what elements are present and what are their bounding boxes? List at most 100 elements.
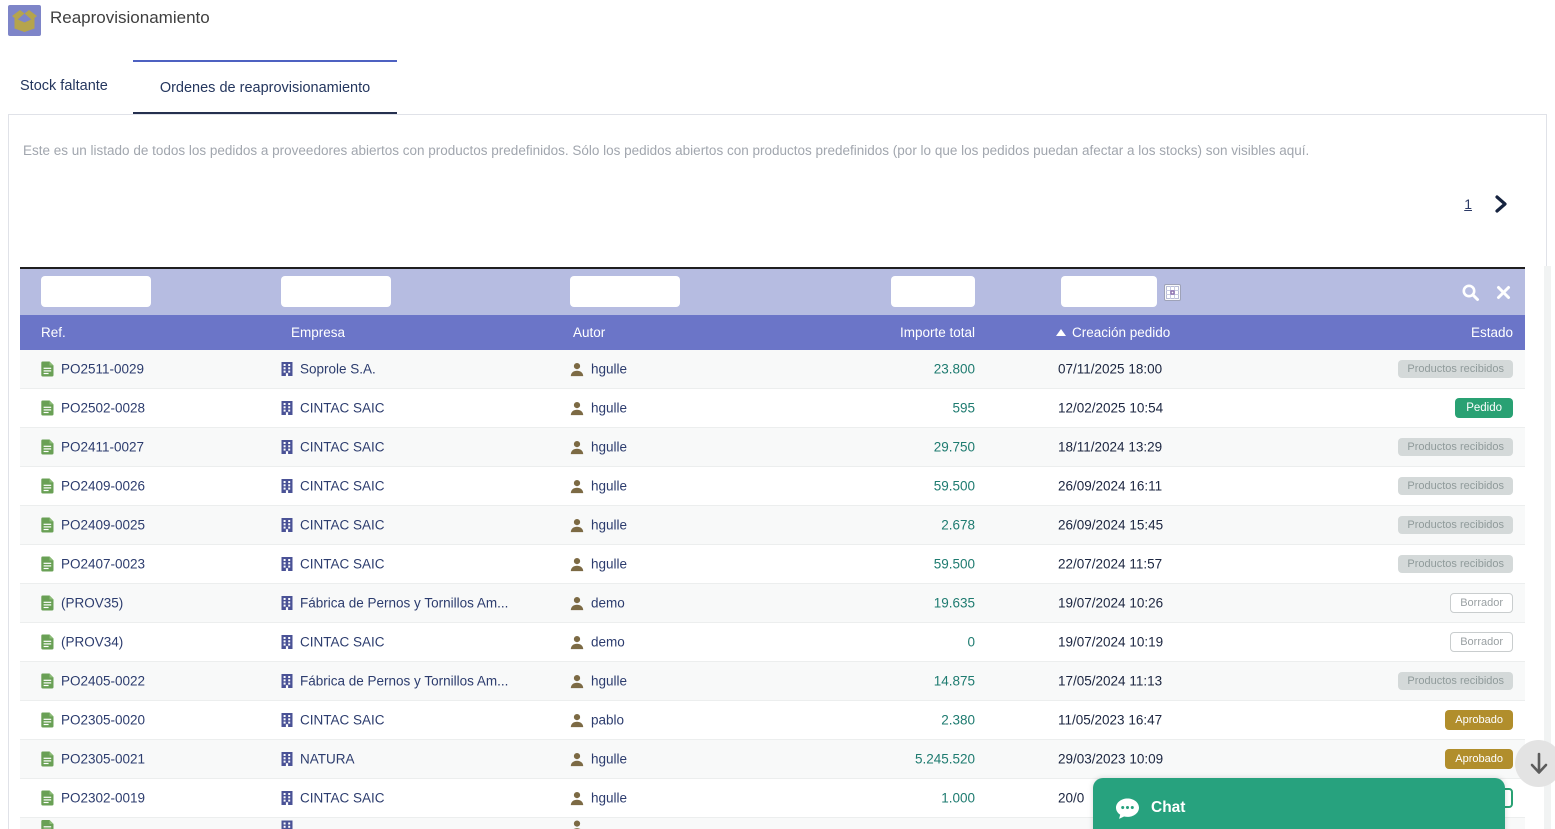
building-icon <box>281 752 293 767</box>
status-badge: Productos recibidos <box>1398 516 1513 534</box>
ref-link[interactable]: PO2302-0019 <box>61 791 145 806</box>
column-header-estado[interactable]: Estado <box>1471 315 1513 350</box>
filter-autor-input[interactable] <box>570 276 680 307</box>
ref-link[interactable]: PO2409-0025 <box>61 518 145 533</box>
table-body: PO2511-0029 Soprole S.A. hgulle 23.800 0… <box>20 350 1525 829</box>
document-icon <box>41 791 54 806</box>
column-header-empresa[interactable]: Empresa <box>291 315 345 350</box>
empresa-cell: CINTAC SAIC <box>281 791 385 806</box>
status-badge: Aprobado <box>1445 710 1513 730</box>
empresa-link[interactable]: CINTAC SAIC <box>300 557 385 572</box>
estado-cell: Pedido <box>1455 398 1513 418</box>
chat-widget[interactable]: Chat <box>1093 778 1505 829</box>
table-row: PO2502-0028 CINTAC SAIC hgulle 595 12/02… <box>20 389 1525 428</box>
estado-cell: Productos recibidos <box>1398 438 1513 456</box>
status-badge: Pedido <box>1455 398 1513 418</box>
user-icon <box>570 518 584 532</box>
empresa-cell: Soprole S.A. <box>281 362 376 377</box>
ref-cell: PO2411-0027 <box>41 440 144 455</box>
tab-stock-faltante[interactable]: Stock faltante <box>20 60 108 115</box>
empresa-cell: CINTAC SAIC <box>281 713 385 728</box>
empresa-link[interactable]: CINTAC SAIC <box>300 479 385 494</box>
empresa-cell: CINTAC SAIC <box>281 479 385 494</box>
ref-link[interactable]: (PROV34) <box>61 635 123 650</box>
autor-cell: hgulle <box>570 362 627 377</box>
filter-fecha-input[interactable] <box>1061 276 1157 307</box>
column-header-ref[interactable]: Ref. <box>41 315 66 350</box>
empresa-link[interactable]: CINTAC SAIC <box>300 440 385 455</box>
ref-link[interactable]: PO2409-0026 <box>61 479 145 494</box>
ref-link[interactable]: (PROV35) <box>61 596 123 611</box>
chat-bubble-icon <box>1115 797 1140 820</box>
estado-cell: Productos recibidos <box>1398 360 1513 378</box>
filter-ref-input[interactable] <box>41 276 151 307</box>
estado-cell: Aprobado <box>1445 710 1513 730</box>
fecha-creacion-value: 20/0 <box>1058 791 1084 806</box>
empresa-link[interactable]: Soprole S.A. <box>300 362 376 377</box>
importe-total-value: 19.635 <box>934 596 975 611</box>
ref-cell: PO2511-0029 <box>41 362 144 377</box>
ref-link[interactable]: PO2407-0023 <box>61 557 145 572</box>
tab-ordenes-reaprovisionamiento[interactable]: Ordenes de reaprovisionamiento <box>133 60 397 115</box>
replenishment-page: Reaprovisionamiento Stock faltante Orden… <box>0 0 1555 829</box>
column-header-autor[interactable]: Autor <box>573 315 605 350</box>
user-icon <box>570 596 584 610</box>
fecha-cell: 26/09/2024 16:11 <box>1058 479 1162 494</box>
table-row: PO2511-0029 Soprole S.A. hgulle 23.800 0… <box>20 350 1525 389</box>
ref-cell <box>41 820 61 829</box>
user-icon <box>570 557 584 571</box>
empresa-link[interactable]: CINTAC SAIC <box>300 791 385 806</box>
scroll-to-bottom-button[interactable] <box>1515 740 1555 787</box>
empresa-link[interactable]: CINTAC SAIC <box>300 713 385 728</box>
importe-total-value: 59.500 <box>934 557 975 572</box>
search-icon[interactable] <box>1461 283 1480 302</box>
ref-link[interactable]: PO2305-0021 <box>61 752 145 767</box>
chat-label: Chat <box>1151 799 1185 817</box>
status-badge: Productos recibidos <box>1398 360 1513 378</box>
status-badge: Borrador <box>1450 593 1513 613</box>
empresa-cell: NATURA <box>281 752 355 767</box>
estado-cell: Productos recibidos <box>1398 672 1513 690</box>
table-row: PO2305-0021 NATURA hgulle 5.245.520 29/0… <box>20 740 1525 779</box>
ref-link[interactable]: PO2411-0027 <box>61 440 144 455</box>
user-icon <box>570 362 584 376</box>
autor-name: hgulle <box>591 557 627 572</box>
empresa-link[interactable]: CINTAC SAIC <box>300 518 385 533</box>
fecha-cell: 29/03/2023 10:09 <box>1058 752 1163 767</box>
page-number-current[interactable]: 1 <box>1464 196 1472 212</box>
building-icon <box>281 362 293 377</box>
estado-cell: Productos recibidos <box>1398 516 1513 534</box>
building-icon <box>281 674 293 689</box>
content-card: Este es un listado de todos los pedidos … <box>8 114 1547 829</box>
empresa-link[interactable]: CINTAC SAIC <box>300 401 385 416</box>
table-row: PO2409-0026 CINTAC SAIC hgulle 59.500 26… <box>20 467 1525 506</box>
column-header-creacion-pedido[interactable]: Creación pedido <box>1056 315 1170 350</box>
table-row: PO2411-0027 CINTAC SAIC hgulle 29.750 18… <box>20 428 1525 467</box>
empresa-link[interactable]: NATURA <box>300 752 355 767</box>
empresa-link[interactable]: CINTAC SAIC <box>300 635 385 650</box>
empresa-link[interactable]: Fábrica de Pernos y Tornillos Am... <box>300 674 508 689</box>
fecha-cell: 26/09/2024 15:45 <box>1058 518 1163 533</box>
ref-link[interactable]: PO2405-0022 <box>61 674 145 689</box>
importe-total-value: 23.800 <box>934 362 975 377</box>
table-header-row: Ref. Empresa Autor Importe total Creació… <box>20 315 1525 350</box>
empresa-link[interactable]: Fábrica de Pernos y Tornillos Am... <box>300 596 508 611</box>
importe-total-value: 59.500 <box>934 479 975 494</box>
empresa-cell: CINTAC SAIC <box>281 518 385 533</box>
next-page-icon[interactable] <box>1492 195 1510 213</box>
filter-importe-input[interactable] <box>891 276 975 307</box>
table-row: (PROV34) CINTAC SAIC demo 0 19/07/2024 1… <box>20 623 1525 662</box>
filter-empresa-input[interactable] <box>281 276 391 307</box>
ref-link[interactable]: PO2305-0020 <box>61 713 145 728</box>
calendar-icon[interactable] <box>1164 284 1181 301</box>
clear-filters-icon[interactable] <box>1496 285 1511 300</box>
empresa-cell: Fábrica de Pernos y Tornillos Am... <box>281 674 508 689</box>
ref-link[interactable]: PO2511-0029 <box>61 362 144 377</box>
open-box-icon <box>8 5 41 36</box>
importe-total-value: 29.750 <box>934 440 975 455</box>
document-icon <box>41 674 54 689</box>
table-row: (PROV35) Fábrica de Pernos y Tornillos A… <box>20 584 1525 623</box>
empresa-cell: CINTAC SAIC <box>281 440 385 455</box>
column-header-importe-total[interactable]: Importe total <box>820 315 975 350</box>
ref-link[interactable]: PO2502-0028 <box>61 401 145 416</box>
